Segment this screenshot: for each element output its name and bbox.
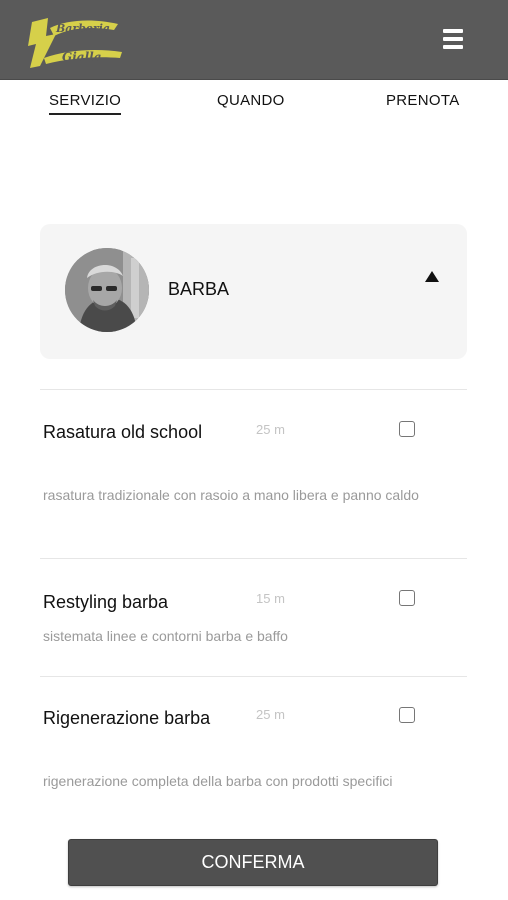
category-card-barba[interactable]: BARBA [40,224,467,359]
logo-graphic: Barberia Gialla [28,18,122,68]
category-avatar [65,248,149,332]
service-name: Rigenerazione barba [43,708,211,728]
booking-steps: SERVIZIO QUANDO PRENOTA [0,92,508,118]
service-description: rigenerazione completa della barba con p… [43,773,393,789]
service-duration: 25 m [256,707,285,722]
service-name: Restyling barba [43,592,169,612]
service-item[interactable]: Restyling barba 15 m sistemata linee e c… [40,558,467,676]
confirm-button[interactable]: CONFERMA [68,839,438,886]
service-duration: 15 m [256,591,285,606]
brand-logo[interactable]: Barberia Gialla [26,14,126,74]
service-item[interactable]: Rasatura old school 25 m rasatura tradiz… [40,389,467,559]
step-prenota[interactable]: PRENOTA [386,92,460,113]
logo-text-line1: Barberia [55,22,110,35]
service-duration: 25 m [256,422,285,437]
step-servizio[interactable]: SERVIZIO [49,92,122,115]
service-checkbox[interactable] [399,707,415,723]
service-item[interactable]: Rigenerazione barba 25 m rigenerazione c… [40,676,467,796]
service-checkbox[interactable] [399,421,415,437]
service-checkbox[interactable] [399,590,415,606]
service-description: sistemata linee e contorni barba e baffo [43,628,288,644]
caret-up-icon[interactable] [425,271,439,282]
hamburger-icon[interactable] [443,29,463,49]
category-title: BARBA [168,279,230,299]
step-quando[interactable]: QUANDO [217,92,285,113]
logo-text-line2: Gialla [62,50,101,64]
app-header: Barberia Gialla [0,0,508,80]
avatar-image [65,248,149,332]
service-description: rasatura tradizionale con rasoio a mano … [43,487,419,503]
service-name: Rasatura old school [43,422,203,442]
